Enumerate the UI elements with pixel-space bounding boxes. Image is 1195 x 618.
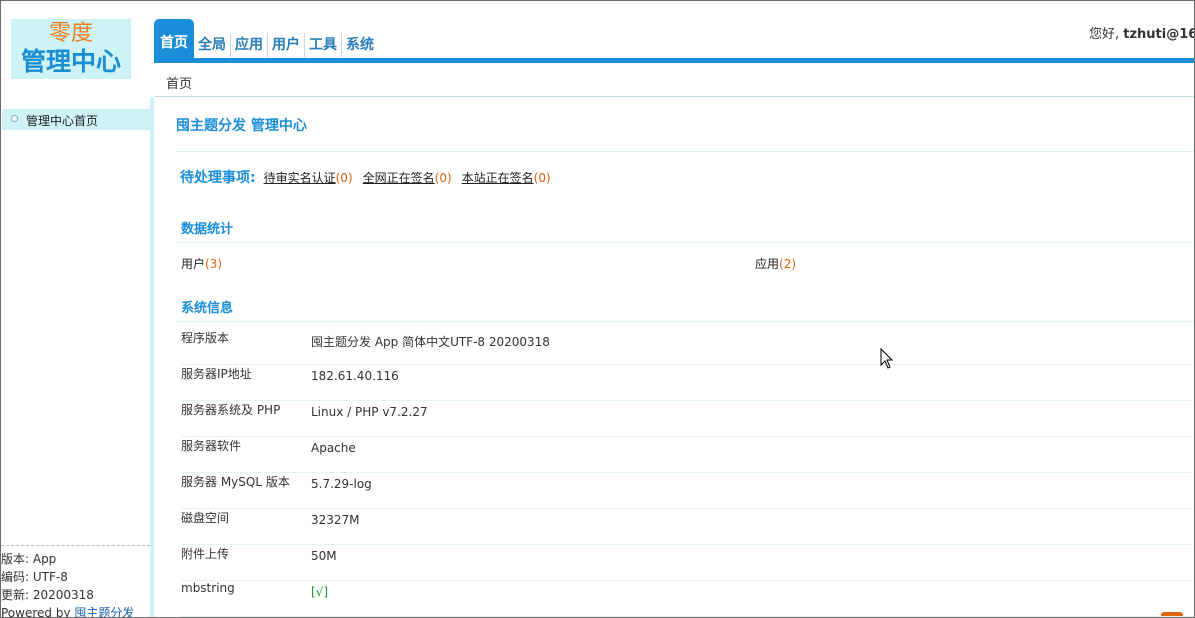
- logo-line2: 管理中心: [20, 47, 121, 76]
- nav-tab-tools[interactable]: 工具: [304, 33, 341, 57]
- corner-marker: [1161, 612, 1183, 616]
- pending-label: 待处理事项:: [180, 170, 256, 186]
- sidebar: 管理中心首页 版本: App 编码: UTF-8 更新: 20200318 Po…: [1, 97, 151, 618]
- pending-realname-link[interactable]: 待审实名认证: [264, 171, 336, 185]
- info-row: 磁盘空间 32327M: [181, 509, 1194, 545]
- breadcrumb: 首页: [166, 77, 193, 92]
- info-key: 磁盘空间: [181, 511, 230, 525]
- info-key: 程序版本: [181, 331, 230, 345]
- info-row: 服务器IP地址 182.61.40.116: [181, 365, 1194, 401]
- nav-tab-apps[interactable]: 应用: [230, 33, 267, 57]
- nav-tab-home[interactable]: 首页: [154, 19, 194, 59]
- pending-global-sign-link[interactable]: 全网正在签名: [363, 171, 435, 185]
- sidebar-item-label: 管理中心首页: [26, 114, 99, 128]
- sysinfo-title: 系统信息: [181, 301, 234, 316]
- stat-label: 用户: [181, 257, 206, 271]
- breadcrumb-bar: 首页: [154, 63, 1194, 97]
- stats-title: 数据统计: [181, 222, 234, 237]
- divider: [176, 151, 1194, 152]
- logo-line1: 零度: [48, 21, 93, 46]
- sidebar-item-admin-home[interactable]: 管理中心首页: [2, 109, 150, 130]
- info-row: mbstring [√]: [181, 581, 1194, 617]
- info-row: 服务器系统及 PHP Linux / PHP v7.2.27: [181, 401, 1194, 437]
- window-frame: 零度 管理中心 首页 全局 应用 用户 工具 系统 您好, tzhuti@163…: [0, 0, 1195, 618]
- powered-link[interactable]: 囤主题分发: [74, 606, 134, 617]
- logo[interactable]: 零度 管理中心: [11, 19, 131, 79]
- pending-item: 本站正在签名(0): [462, 169, 551, 186]
- footer-encoding: 编码: UTF-8: [1, 570, 68, 584]
- info-key: 服务器软件: [181, 439, 242, 453]
- divider: [176, 321, 1194, 322]
- info-value: 182.61.40.116: [311, 369, 399, 383]
- stat-apps: 应用(2): [755, 255, 796, 272]
- info-row: 服务器软件 Apache: [181, 437, 1194, 473]
- stat-count: (2): [779, 257, 797, 271]
- greeting-text: 您好,: [1089, 27, 1124, 42]
- stat-count: (3): [205, 257, 223, 271]
- pending-count: (0): [335, 171, 353, 185]
- pending-tasks: 待处理事项: 待审实名认证(0) 全网正在签名(0) 本站正在签名(0): [180, 167, 561, 187]
- stat-label: 应用: [755, 257, 780, 271]
- info-value: Linux / PHP v7.2.27: [311, 405, 428, 419]
- info-key: 服务器 MySQL 版本: [181, 475, 290, 489]
- bullet-icon: [11, 115, 18, 122]
- footer-powered: Powered by 囤主题分发: [1, 604, 150, 618]
- info-value: 50M: [311, 549, 337, 563]
- info-key: 附件上传: [181, 547, 230, 561]
- footer-version: 版本: App: [1, 552, 57, 566]
- top-nav: 首页 全局 应用 用户 工具 系统: [154, 19, 378, 59]
- info-key: mbstring: [181, 581, 235, 595]
- pending-count: (0): [533, 171, 551, 185]
- info-value: Apache: [311, 441, 356, 455]
- info-row: 附件上传 50M: [181, 545, 1194, 581]
- info-value: 囤主题分发 App 简体中文UTF-8 20200318: [311, 335, 550, 349]
- footer-updated: 更新: 20200318: [1, 588, 94, 602]
- mouse-cursor-icon: [880, 348, 894, 369]
- row-divider: [181, 616, 1194, 617]
- info-row: 服务器 MySQL 版本 5.7.29-log: [181, 473, 1194, 509]
- nav-tab-system[interactable]: 系统: [341, 33, 378, 57]
- pending-local-sign-link[interactable]: 本站正在签名: [462, 171, 534, 185]
- page-title: 囤主题分发 管理中心: [176, 118, 307, 134]
- nav-tab-global[interactable]: 全局: [194, 33, 230, 57]
- pending-count: (0): [434, 171, 452, 185]
- stat-users: 用户(3): [181, 255, 222, 272]
- info-value: 32327M: [311, 513, 360, 527]
- divider: [176, 242, 1194, 243]
- info-key: 服务器系统及 PHP: [181, 403, 281, 417]
- username[interactable]: tzhuti@163: [1123, 27, 1194, 42]
- user-greeting: 您好, tzhuti@163: [1089, 23, 1194, 42]
- main-content: 囤主题分发 管理中心 待处理事项: 待审实名认证(0) 全网正在签名(0) 本站…: [154, 97, 1194, 617]
- nav-tab-users[interactable]: 用户: [267, 33, 304, 57]
- pending-item: 全网正在签名(0): [363, 169, 452, 186]
- powered-prefix: Powered by: [1, 606, 75, 618]
- info-row: 程序版本 囤主题分发 App 简体中文UTF-8 20200318: [181, 329, 1194, 365]
- info-key: 服务器IP地址: [181, 367, 252, 381]
- info-value: [√]: [311, 585, 329, 599]
- sidebar-footer: 版本: App 编码: UTF-8 更新: 20200318 Powered b…: [1, 545, 150, 618]
- pending-item: 待审实名认证(0): [264, 169, 353, 186]
- info-value: 5.7.29-log: [311, 477, 372, 491]
